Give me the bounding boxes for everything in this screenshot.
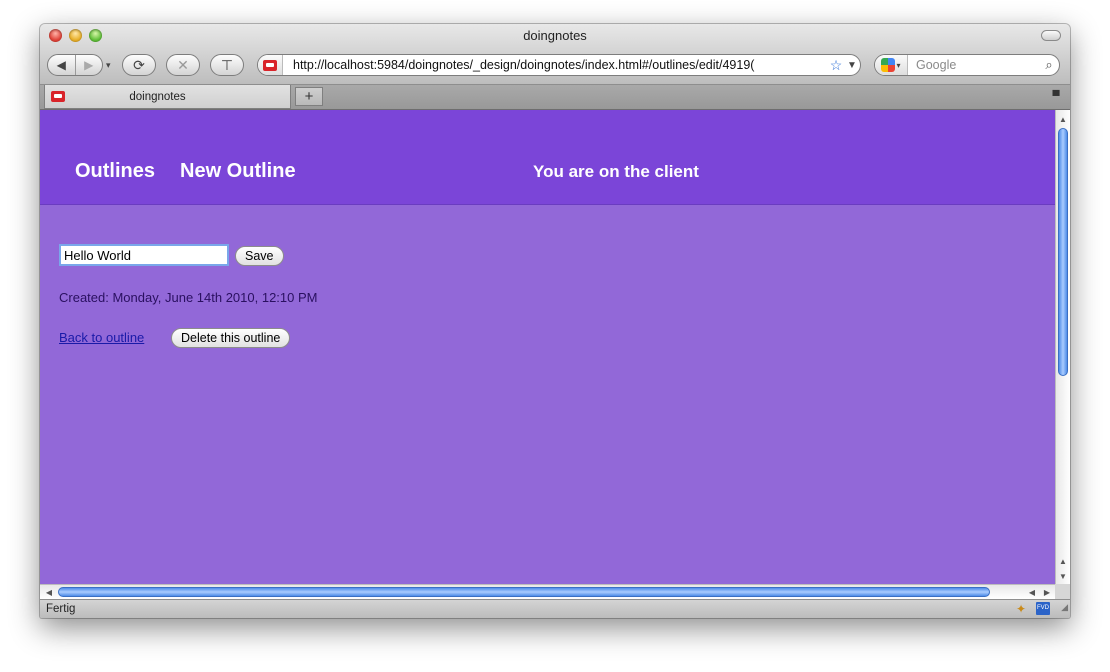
vertical-scroll-thumb[interactable] [1058,128,1068,376]
site-identity-button[interactable] [258,55,283,75]
tab-list-menu-icon[interactable]: ▀ [1048,89,1064,103]
couchdb-favicon-icon [51,91,65,102]
nav-outlines-link[interactable]: Outlines [75,160,155,183]
firebug-icon[interactable]: ✦ [1014,602,1028,616]
delete-outline-button[interactable]: Delete this outline [171,328,291,348]
back-button[interactable]: ◀ [48,55,75,75]
back-to-outline-link[interactable]: Back to outline [59,330,144,345]
browser-window: doingnotes ◀ ▶ ▾ ⟳ ✕ ⊤ http://localhost:… [40,24,1070,618]
google-logo-icon [881,58,896,72]
search-input[interactable]: Google [908,58,1039,72]
scroll-left-lower-icon[interactable]: ◀ [1025,585,1039,599]
site-header: Outlines New Outline You are on the clie… [40,110,1055,205]
vertical-scrollbar[interactable]: ▲ ▲ ▼ [1055,110,1070,584]
status-text: Fertig [46,603,76,615]
stop-button[interactable]: ✕ [166,54,200,76]
created-date: Created: Monday, June 14th 2010, 12:10 P… [59,290,318,305]
tab-doingnotes[interactable]: doingnotes [44,85,291,109]
browser-toolbar: doingnotes ◀ ▶ ▾ ⟳ ✕ ⊤ http://localhost:… [40,24,1070,85]
reload-button[interactable]: ⟳ [122,54,156,76]
fvd-addon-icon[interactable]: FVD [1036,602,1050,615]
nav-new-outline-link[interactable]: New Outline [180,160,296,183]
forward-button[interactable]: ▶ [74,55,103,75]
scroll-right-icon[interactable]: ▶ [1040,585,1054,599]
tab-bar: doingnotes + ▀ [40,85,1070,110]
scroll-up-lower-icon[interactable]: ▲ [1056,554,1070,568]
tab-label: doingnotes [129,90,186,103]
toolbar-toggle-button[interactable] [1041,30,1061,41]
scroll-down-icon[interactable]: ▼ [1056,569,1070,583]
resize-grip-icon[interactable]: ◢ [1061,598,1068,616]
url-bar[interactable]: http://localhost:5984/doingnotes/_design… [257,54,861,76]
status-bar: Fertig ✦ FVD ◢ [40,599,1070,618]
back-forward-buttons: ◀ ▶ [47,54,103,76]
outline-title-input[interactable] [59,244,229,266]
horizontal-scroll-thumb[interactable] [58,587,990,597]
page-content: Outlines New Outline You are on the clie… [40,110,1055,584]
client-status-message: You are on the client [533,162,699,181]
status-addon-icons: ✦ FVD [1014,602,1050,616]
scroll-up-icon[interactable]: ▲ [1056,112,1070,126]
bookmark-button[interactable]: ⊤ [210,54,244,76]
url-text[interactable]: http://localhost:5984/doingnotes/_design… [283,58,828,72]
couchdb-favicon-icon [263,59,277,71]
horizontal-scrollbar[interactable]: ◀ ◀ ▶ [40,584,1055,599]
history-dropdown-icon[interactable]: ▾ [106,60,111,71]
bookmark-star-icon[interactable]: ☆ [828,57,844,74]
scroll-left-icon[interactable]: ◀ [42,585,56,599]
search-icon[interactable]: ⌕ [1039,57,1059,73]
chevron-down-icon: ▾ [896,60,901,70]
window-title: doingnotes [523,28,587,43]
search-bar[interactable]: ▾ Google ⌕ [874,54,1060,76]
save-button[interactable]: Save [235,246,284,266]
search-engine-selector[interactable]: ▾ [875,55,908,75]
url-dropdown-icon[interactable]: ▼ [844,60,860,71]
new-tab-button[interactable]: + [295,87,323,106]
